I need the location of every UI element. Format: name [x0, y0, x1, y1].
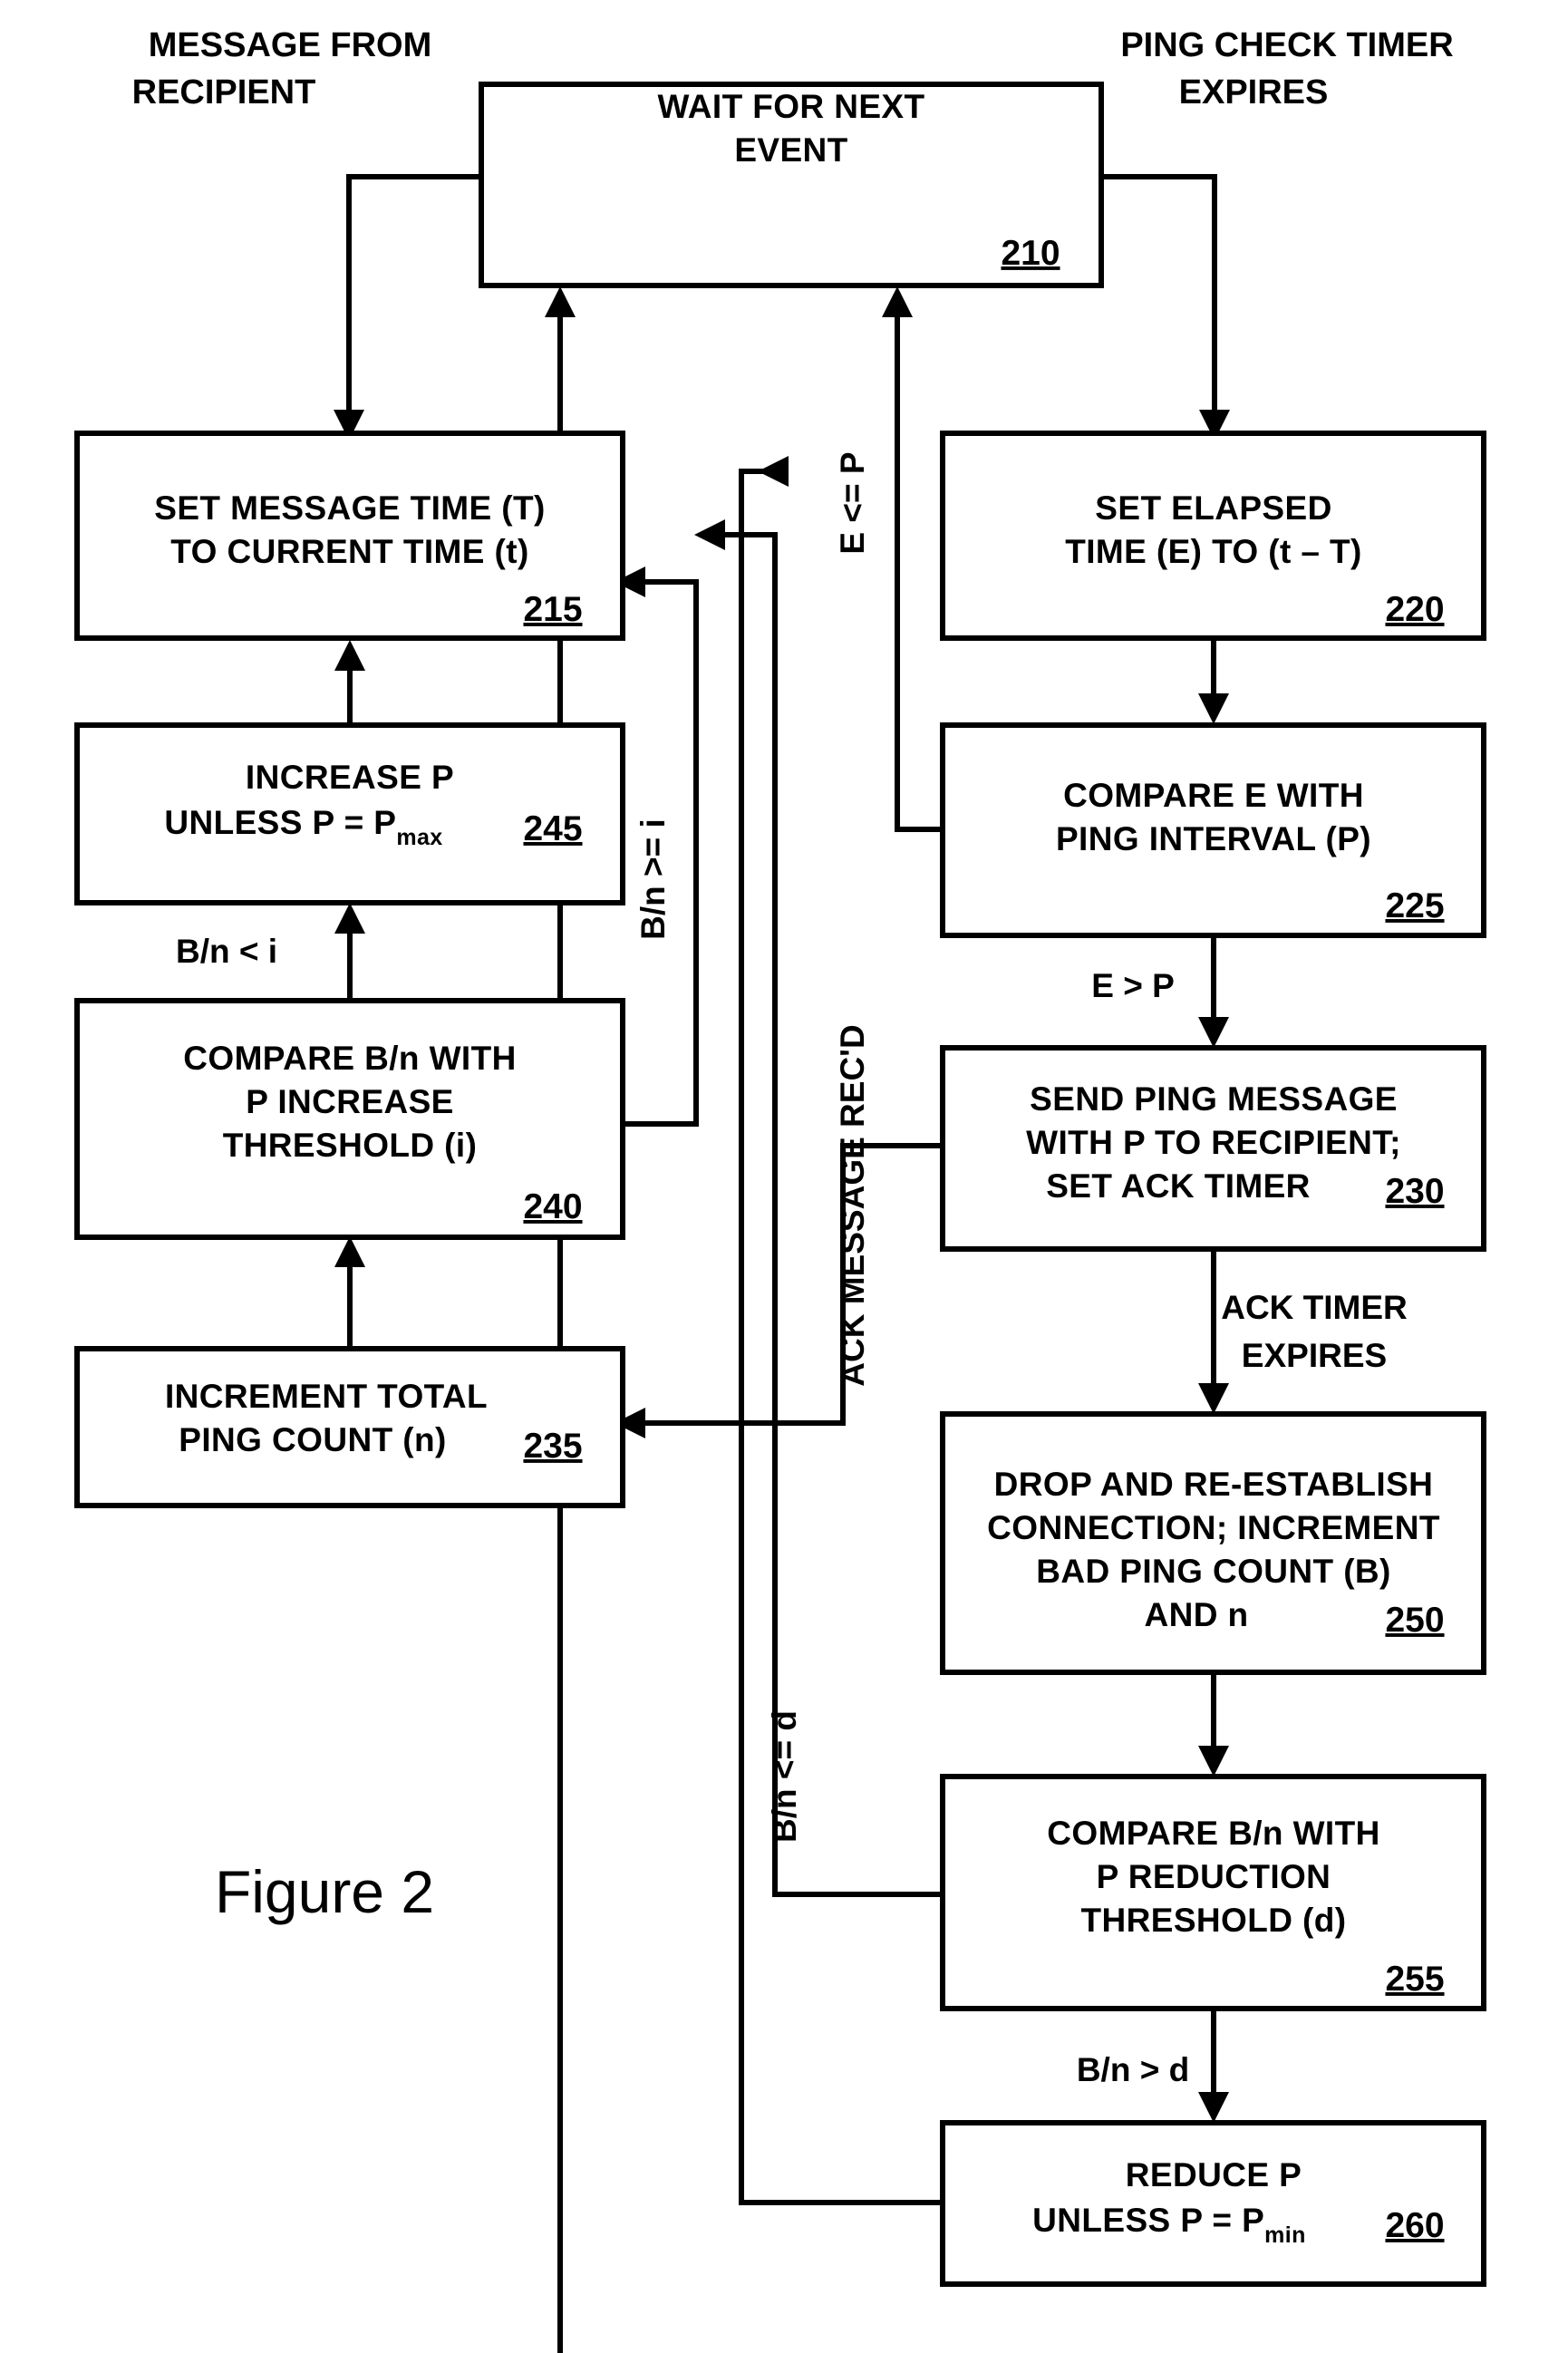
box-215-line-2: TO CURRENT TIME (t) — [170, 533, 528, 570]
arrowhead-245-to-215 — [334, 640, 365, 671]
figure-caption: Figure 2 — [215, 1858, 434, 1925]
box-245-ref: 245 — [523, 809, 582, 848]
box-245-line-2-main: UNLESS P = P — [164, 804, 396, 841]
label-message-from-recipient-line-2: RECIPIENT — [132, 73, 316, 111]
connector-210-to-220 — [1101, 174, 1217, 412]
box-250-line-3: BAD PING COUNT (B) — [1036, 1553, 1391, 1590]
box-225-ref: 225 — [1385, 886, 1444, 925]
edge-label-e-lte-p: E <= P — [834, 451, 871, 554]
box-240-line-1: COMPARE B/n WITH — [183, 1040, 516, 1077]
box-235-line-2: PING COUNT (n) — [179, 1421, 446, 1458]
box-240-ref: 240 — [523, 1187, 582, 1226]
box-250-line-2: CONNECTION; INCREMENT — [987, 1509, 1440, 1546]
box-260-line-2-main: UNLESS P = P — [1032, 2202, 1264, 2239]
box-255-line-2: P REDUCTION — [1097, 1858, 1331, 1895]
box-230-line-3: SET ACK TIMER — [1046, 1167, 1311, 1205]
box-260-line-1: REDUCE P — [1126, 2156, 1302, 2193]
arrowhead-255-to-260 — [1198, 2092, 1229, 2123]
box-215-line-1: SET MESSAGE TIME (T) — [154, 489, 545, 527]
label-ping-check-timer-line-2: EXPIRES — [1179, 73, 1329, 111]
label-message-from-recipient-line-1: MESSAGE FROM — [149, 26, 431, 64]
box-210-line-1: WAIT FOR NEXT — [657, 88, 924, 125]
edge-label-bn-lte-d: B/n <= d — [766, 1710, 803, 1843]
connector-210-to-215 — [346, 174, 481, 412]
edge-label-bn-gt-d: B/n > d — [1077, 2051, 1189, 2088]
edge-label-ack-timer-expires-1: ACK TIMER — [1221, 1289, 1408, 1326]
arrowhead-230-to-250 — [1198, 1383, 1229, 1414]
box-235-ref: 235 — [523, 1427, 582, 1466]
box-240-line-3: THRESHOLD (i) — [223, 1127, 478, 1164]
arrowhead-225-to-230 — [1198, 1017, 1229, 1048]
arrowhead-into-210-bottom-right — [882, 286, 913, 317]
box-240-line-2: P INCREASE — [246, 1083, 454, 1120]
box-225-line-1: COMPARE E WITH — [1063, 777, 1364, 814]
box-group: WAIT FOR NEXT EVENT 210 SET MESSAGE TIME… — [74, 82, 1486, 2287]
box-230-line-1: SEND PING MESSAGE — [1030, 1080, 1398, 1118]
box-215-ref: 215 — [523, 590, 582, 629]
arrowhead-into-210-bottom-left — [545, 286, 576, 317]
edge-label-ack-timer-expires-2: EXPIRES — [1242, 1337, 1387, 1374]
arrowhead-240-to-245 — [334, 903, 365, 934]
box-210-ref: 210 — [1001, 234, 1060, 273]
box-255-line-1: COMPARE B/n WITH — [1047, 1815, 1379, 1852]
arrowhead-into-215-right-mid — [694, 519, 725, 550]
box-250-line-4: AND n — [1144, 1596, 1248, 1633]
box-220-line-1: SET ELAPSED — [1095, 489, 1331, 527]
box-260-ref: 260 — [1385, 2206, 1444, 2245]
flowchart-canvas: WAIT FOR NEXT EVENT 210 SET MESSAGE TIME… — [74, 26, 1486, 2353]
box-250-ref: 250 — [1385, 1601, 1444, 1640]
box-235-line-1: INCREMENT TOTAL — [165, 1378, 488, 1415]
box-260-sub: min — [1264, 2222, 1306, 2248]
box-230-ref: 230 — [1385, 1172, 1444, 1211]
arrowhead-220-to-225 — [1198, 693, 1229, 724]
box-220-ref: 220 — [1385, 590, 1444, 629]
box-220-line-2: TIME (E) TO (t – T) — [1065, 533, 1362, 570]
arrowhead-into-215-right-top — [758, 456, 789, 487]
edge-label-ack-message-recd: ACK MESSAGE REC'D — [834, 1024, 871, 1386]
connector-E-lte-P-into-210 — [895, 317, 943, 832]
box-225-line-2: PING INTERVAL (P) — [1056, 820, 1371, 857]
box-230-line-2: WITH P TO RECIPIENT; — [1026, 1124, 1401, 1161]
connector-230-ack-recd-to-235 — [645, 1143, 943, 1426]
box-250-line-1: DROP AND RE-ESTABLISH — [994, 1466, 1434, 1503]
arrowhead-235-to-240 — [334, 1236, 365, 1267]
box-245-sub: max — [396, 825, 442, 850]
box-255-line-3: THRESHOLD (d) — [1081, 1902, 1347, 1939]
edge-label-bn-lt-i: B/n < i — [176, 933, 277, 970]
edge-label-e-gt-p: E > P — [1091, 967, 1175, 1004]
label-ping-check-timer-line-1: PING CHECK TIMER — [1120, 26, 1453, 64]
patent-figure-page: WAIT FOR NEXT EVENT 210 SET MESSAGE TIME… — [0, 0, 1568, 2353]
box-255-ref: 255 — [1385, 1960, 1444, 1999]
edge-label-bn-gte-i: B/n >= i — [634, 818, 672, 940]
box-210-line-2: EVENT — [734, 131, 847, 169]
arrowhead-250-to-255 — [1198, 1746, 1229, 1777]
box-245-line-1: INCREASE P — [246, 759, 454, 796]
